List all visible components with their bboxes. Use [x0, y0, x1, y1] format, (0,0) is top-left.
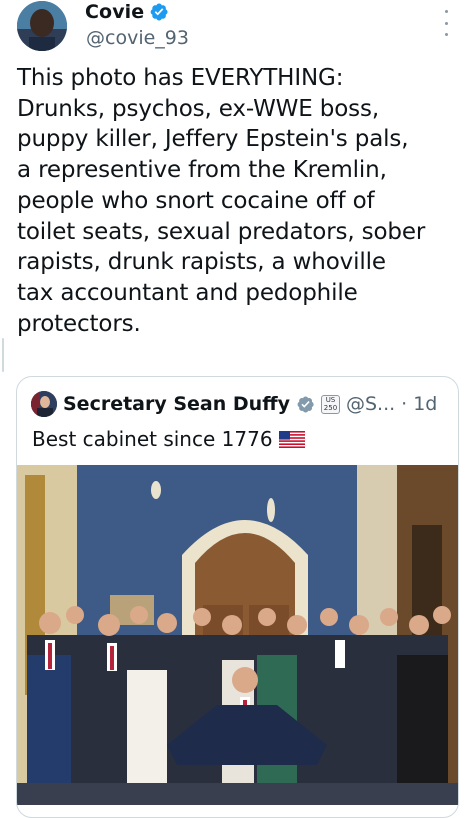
quoted-display-name[interactable]: Secretary Sean Duffy [63, 393, 290, 415]
quoted-avatar-image [31, 391, 57, 417]
us-flag-icon [278, 430, 305, 448]
avatar-image [17, 1, 67, 51]
quoted-tweet-card[interactable]: Secretary Sean Duffy US 250 @S... · 1d B… [16, 376, 459, 818]
quoted-author-avatar[interactable] [31, 391, 57, 417]
scroll-edge-indicator [2, 338, 4, 372]
quoted-timestamp[interactable]: 1d [413, 393, 437, 415]
quoted-handle[interactable]: @S... [346, 393, 395, 415]
separator-dot: · [401, 393, 408, 415]
quoted-tweet-text: Best cabinet since 1776 [32, 427, 273, 451]
more-options-icon[interactable] [436, 10, 456, 36]
affiliate-badge-bottom: 250 [323, 404, 338, 412]
us-250-affiliate-icon: US 250 [320, 394, 340, 414]
author-avatar[interactable] [17, 1, 67, 51]
quoted-tweet-header: Secretary Sean Duffy US 250 @S... · 1d [31, 390, 451, 418]
government-badge-icon [296, 395, 315, 414]
author-display-name[interactable]: Covie [85, 1, 144, 23]
author-name-row: Covie [85, 1, 169, 23]
verified-badge-icon [149, 2, 169, 22]
group-photo-image[interactable] [17, 465, 458, 805]
tweet-header: Covie @covie_93 [0, 0, 473, 60]
quoted-tweet-text-row: Best cabinet since 1776 [32, 427, 305, 451]
author-handle[interactable]: @covie_93 [86, 27, 189, 49]
affiliate-badge-top: US [325, 396, 336, 404]
tweet-text: This photo has EVERYTHING: Drunks, psych… [17, 65, 426, 337]
